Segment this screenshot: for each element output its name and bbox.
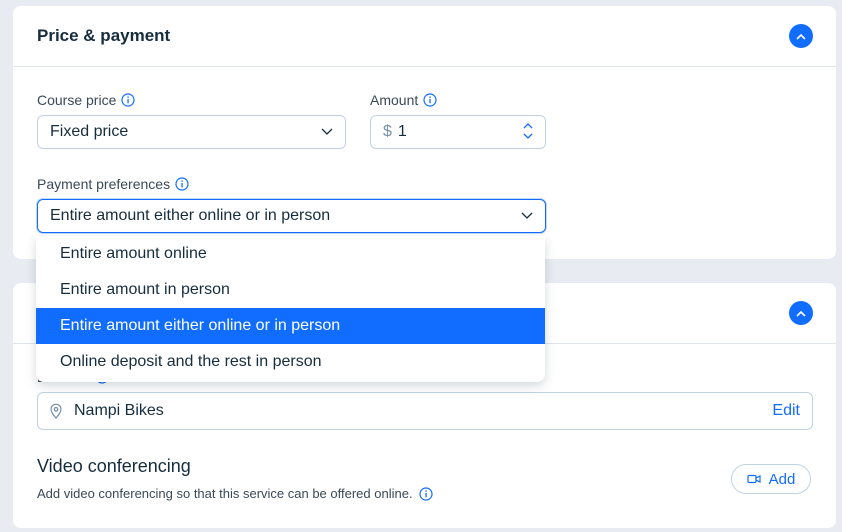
dropdown-option[interactable]: Entire amount online [36, 236, 545, 272]
video-camera-icon [747, 474, 761, 484]
payment-preferences-label-text: Payment preferences [37, 176, 171, 192]
amount-label-text: Amount [370, 92, 419, 108]
video-conferencing-title: Video conferencing [37, 456, 191, 476]
chevron-up-icon[interactable] [523, 122, 533, 129]
course-price-select[interactable]: Fixed price [37, 115, 346, 149]
dropdown-option[interactable]: Entire amount in person [36, 272, 545, 308]
amount-stepper[interactable] [523, 122, 533, 140]
info-icon[interactable] [418, 486, 433, 501]
video-description-text: Add video conferencing so that this serv… [37, 486, 413, 501]
edit-location-link[interactable]: Edit [772, 402, 800, 420]
info-icon[interactable] [423, 93, 437, 107]
info-icon[interactable] [121, 93, 135, 107]
add-video-conferencing-button[interactable]: Add [731, 464, 811, 494]
payment-preferences-dropdown: Entire amount online Entire amount in pe… [36, 236, 545, 382]
amount-label: Amount [370, 92, 437, 108]
payment-preferences-select[interactable]: Entire amount either online or in person [37, 199, 546, 233]
payment-preferences-value: Entire amount either online or in person [50, 207, 331, 224]
chevron-down-icon[interactable] [523, 133, 533, 140]
dropdown-option[interactable]: Online deposit and the rest in person [36, 344, 545, 380]
location-value: Nampi Bikes [74, 402, 164, 419]
course-price-value: Fixed price [50, 123, 129, 140]
course-price-label-text: Course price [37, 92, 117, 108]
collapse-price-button[interactable] [789, 24, 813, 48]
info-icon[interactable] [175, 177, 189, 191]
course-price-label: Course price [37, 92, 135, 108]
price-payment-card: Price & payment Course price Fixed price… [13, 6, 836, 259]
video-conferencing-description: Add video conferencing so that this serv… [37, 486, 433, 501]
divider [13, 66, 836, 67]
location-field[interactable]: Nampi Bikes Edit [37, 392, 813, 430]
amount-input[interactable]: $ 1 [370, 115, 546, 149]
amount-value: 1 [397, 123, 407, 140]
map-pin-icon [50, 403, 62, 419]
chevron-up-icon [796, 310, 806, 317]
chevron-down-icon [521, 212, 533, 219]
collapse-location-button[interactable] [789, 301, 813, 325]
chevron-down-icon [321, 128, 333, 135]
dropdown-option-selected[interactable]: Entire amount either online or in person [36, 308, 545, 344]
card-title-price-payment: Price & payment [37, 26, 171, 45]
chevron-up-icon [796, 33, 806, 40]
payment-preferences-label: Payment preferences [37, 176, 189, 192]
currency-symbol: $ [383, 123, 392, 140]
add-button-label: Add [768, 470, 796, 488]
